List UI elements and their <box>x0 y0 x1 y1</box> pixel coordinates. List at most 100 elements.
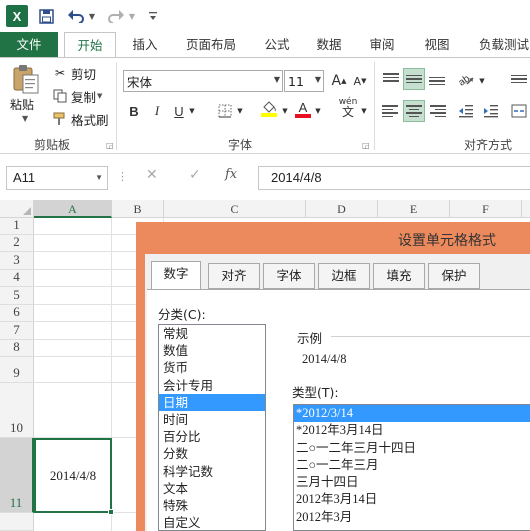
column-header-f[interactable]: F <box>450 200 522 218</box>
font-size-select[interactable]: 11 ▼ <box>284 70 324 92</box>
row-header-1[interactable]: 1 <box>0 217 34 235</box>
tab-font[interactable]: 字体 <box>263 263 315 289</box>
wrap-text-icon[interactable] <box>508 68 530 90</box>
tab-insert[interactable]: 插入 <box>124 32 166 57</box>
decrease-indent-icon[interactable] <box>455 100 477 122</box>
row-header-7[interactable]: 7 <box>0 322 34 340</box>
tab-protection[interactable]: 保护 <box>428 263 480 289</box>
active-cell-a11[interactable]: 2014/4/8 <box>34 438 112 513</box>
paste-icon[interactable] <box>12 64 40 94</box>
row-header-12[interactable] <box>0 513 34 531</box>
row-header-10[interactable]: 10 <box>0 383 34 438</box>
column-header-c[interactable]: C <box>164 200 306 218</box>
phonetic-dropdown-icon[interactable]: ▼ <box>360 100 368 122</box>
paste-button[interactable]: 粘贴 <box>10 96 34 113</box>
column-header-a[interactable]: A <box>34 200 112 218</box>
font-launcher-icon[interactable]: ◲ <box>362 141 370 150</box>
cut-button[interactable]: ✂ 剪切 <box>52 63 96 83</box>
format-painter-button[interactable]: 格式刷 <box>52 109 109 129</box>
fill-color-dropdown-icon[interactable]: ▼ <box>280 100 290 122</box>
row-header-11[interactable]: 11 <box>0 438 34 513</box>
type-item[interactable]: 二○一二年三月十四日 <box>294 440 530 457</box>
underline-button[interactable]: U <box>170 100 188 122</box>
type-item[interactable]: 三月十四日 <box>294 474 530 491</box>
fill-handle[interactable] <box>108 509 114 515</box>
tab-formulas[interactable]: 公式 <box>256 32 298 57</box>
bold-button[interactable]: B <box>125 100 143 122</box>
chevron-down-icon[interactable]: ▼ <box>95 167 103 189</box>
row-header-5[interactable]: 5 <box>0 287 34 305</box>
tab-home[interactable]: 开始 <box>64 32 116 58</box>
column-header-d[interactable]: D <box>306 200 378 218</box>
underline-dropdown-icon[interactable]: ▼ <box>187 100 197 122</box>
cancel-icon[interactable]: ✕ <box>146 167 158 183</box>
undo-icon[interactable] <box>66 4 86 28</box>
category-date[interactable]: 日期 <box>159 393 265 411</box>
enter-icon[interactable]: ✓ <box>189 167 201 183</box>
merge-center-icon[interactable] <box>508 100 530 122</box>
category-percentage[interactable]: 百分比 <box>159 428 265 445</box>
row-header-4[interactable]: 4 <box>0 269 34 287</box>
formula-input[interactable]: 2014/4/8 <box>258 166 530 190</box>
tab-view[interactable]: 视图 <box>416 32 458 57</box>
category-fraction[interactable]: 分数 <box>159 445 265 462</box>
tab-number[interactable]: 数字 <box>151 261 201 289</box>
row-header-9[interactable]: 9 <box>0 357 34 383</box>
tab-border[interactable]: 边框 <box>318 263 370 289</box>
paste-dropdown-icon[interactable]: ▼ <box>22 114 28 123</box>
resize-grip-icon[interactable]: ⋮ <box>117 170 128 183</box>
save-icon[interactable] <box>36 4 56 28</box>
tab-fill[interactable]: 填充 <box>373 263 425 289</box>
category-scientific[interactable]: 科学记数 <box>159 463 265 480</box>
align-center-icon[interactable] <box>403 100 425 122</box>
align-middle-icon[interactable] <box>403 68 425 90</box>
undo-dropdown-icon[interactable]: ▼ <box>87 4 97 28</box>
category-special[interactable]: 特殊 <box>159 497 265 514</box>
type-item[interactable]: 2012年3月14日 <box>294 491 530 508</box>
orientation-dropdown-icon[interactable]: ▼ <box>478 70 486 92</box>
tab-review[interactable]: 审阅 <box>361 32 403 57</box>
column-header-b[interactable]: B <box>112 200 164 218</box>
row-header-8[interactable]: 8 <box>0 339 34 357</box>
tab-page-layout[interactable]: 页面布局 <box>176 32 246 57</box>
insert-function-button[interactable]: fx <box>225 167 237 182</box>
redo-dropdown-icon[interactable]: ▼ <box>127 4 137 28</box>
font-name-select[interactable]: 宋体 ▼ <box>123 70 283 92</box>
fill-color-button[interactable] <box>259 98 279 120</box>
grow-font-button[interactable]: A ▲ <box>330 70 348 92</box>
category-currency[interactable]: 货币 <box>159 359 265 376</box>
align-bottom-icon[interactable] <box>426 68 448 90</box>
type-list[interactable]: *2012/3/14 *2012年3月14日 二○一二年三月十四日 二○一二年三… <box>293 404 530 531</box>
tab-alignment[interactable]: 对齐 <box>208 263 260 289</box>
align-right-icon[interactable] <box>426 100 448 122</box>
category-text[interactable]: 文本 <box>159 480 265 497</box>
align-top-icon[interactable] <box>380 68 402 90</box>
copy-button[interactable]: 复制 ▼ <box>52 86 102 106</box>
category-time[interactable]: 时间 <box>159 411 265 428</box>
phonetic-guide-button[interactable]: wén 文 <box>336 96 360 118</box>
row-header-2[interactable]: 2 <box>0 234 34 252</box>
increase-indent-icon[interactable] <box>480 100 502 122</box>
type-item[interactable]: *2012年3月14日 <box>294 422 530 439</box>
align-left-icon[interactable] <box>380 100 402 122</box>
type-item[interactable]: 2012年3月 <box>294 509 530 526</box>
orientation-icon[interactable]: ab <box>455 68 477 90</box>
column-header-g[interactable] <box>522 200 530 218</box>
font-color-dropdown-icon[interactable]: ▼ <box>313 100 323 122</box>
tab-file[interactable]: 文件 <box>0 32 58 57</box>
category-general[interactable]: 常规 <box>159 325 265 342</box>
borders-icon[interactable] <box>216 100 234 122</box>
customize-toolbar-icon[interactable] <box>146 4 160 28</box>
row-header-6[interactable]: 6 <box>0 304 34 322</box>
select-all-button[interactable] <box>0 200 34 218</box>
tab-data[interactable]: 数据 <box>308 32 350 57</box>
copy-dropdown-icon[interactable]: ▼ <box>97 92 102 100</box>
category-number[interactable]: 数值 <box>159 342 265 359</box>
borders-dropdown-icon[interactable]: ▼ <box>235 100 245 122</box>
category-accounting[interactable]: 会计专用 <box>159 377 265 394</box>
font-color-button[interactable]: A <box>294 98 312 120</box>
name-box[interactable]: A11 ▼ <box>6 166 108 190</box>
italic-button[interactable]: I <box>148 100 166 122</box>
row-header-3[interactable]: 3 <box>0 252 34 270</box>
category-custom[interactable]: 自定义 <box>159 514 265 530</box>
